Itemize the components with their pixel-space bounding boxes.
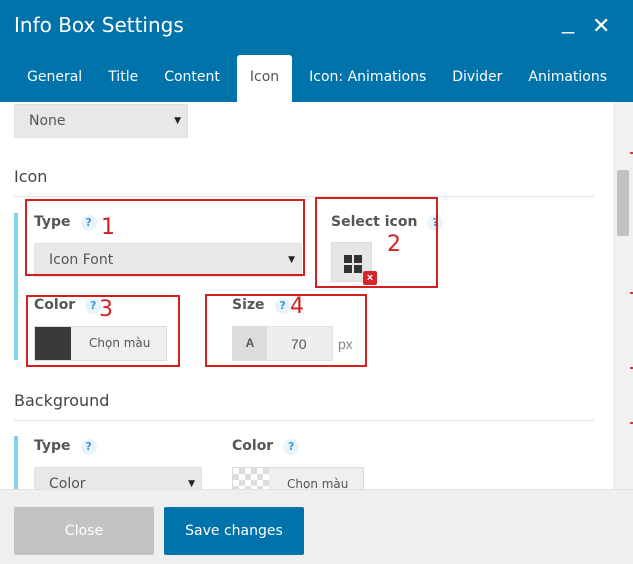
bg-type-label: Type?	[34, 438, 97, 455]
tab-title[interactable]: Title	[95, 55, 151, 102]
modal-title: Info Box Settings	[14, 13, 184, 37]
section-divider	[14, 420, 594, 421]
top-select-value: None	[29, 113, 66, 129]
minimize-icon[interactable]: _	[562, 10, 574, 34]
save-changes-button[interactable]: Save changes	[164, 507, 304, 555]
help-icon[interactable]: ?	[283, 439, 300, 455]
section-divider	[14, 196, 594, 197]
bg-color-picker[interactable]: Chọn màu	[232, 467, 364, 489]
annotation-number-2: 2	[387, 232, 401, 257]
help-icon[interactable]: ?	[80, 439, 97, 455]
background-section-title: Background	[14, 391, 110, 410]
tab-content[interactable]: Content	[151, 55, 233, 102]
annotation-number-3: 3	[99, 297, 113, 322]
modal-header: Info Box Settings _ ✕ General Title Cont…	[0, 0, 633, 102]
tab-divider[interactable]: Divider	[439, 55, 515, 102]
chevron-down-icon: ▼	[174, 116, 181, 126]
annotation-box-4	[205, 294, 367, 367]
icon-section-title: Icon	[14, 167, 48, 186]
annotation-box-2	[315, 197, 438, 288]
accent-bar	[14, 213, 18, 360]
tab-bar: General Title Content Icon Icon: Animati…	[14, 55, 620, 102]
modal-footer: Close Save changes	[0, 489, 633, 564]
close-button[interactable]: Close	[14, 507, 154, 555]
tab-icon-animations[interactable]: Icon: Animations	[296, 55, 439, 102]
chevron-down-icon: ▼	[188, 479, 195, 489]
tab-general[interactable]: General	[14, 55, 95, 102]
top-select[interactable]: None ▼	[14, 104, 188, 138]
annotation-box-1	[25, 199, 305, 276]
tab-icon[interactable]: Icon	[236, 55, 293, 102]
bg-color-label: Color?	[232, 438, 300, 455]
bg-color-picker-text: Chọn màu	[287, 477, 349, 489]
scrollbar-track[interactable]	[613, 102, 633, 489]
annotation-number-1: 1	[101, 215, 115, 240]
bg-color-label-text: Color	[232, 438, 274, 454]
annotation-number-4: 4	[290, 294, 304, 319]
settings-panel: None ▼ Icon Type? Icon Font ▼ Select ico…	[0, 102, 633, 489]
accent-bar	[14, 436, 18, 489]
tab-animations[interactable]: Animations	[515, 55, 620, 102]
close-icon[interactable]: ✕	[592, 14, 610, 38]
bg-type-label-text: Type	[34, 438, 71, 454]
bg-type-value: Color	[49, 476, 86, 489]
bg-type-select[interactable]: Color ▼	[34, 467, 202, 489]
transparent-swatch	[233, 468, 269, 489]
scrollbar-thumb[interactable]	[617, 170, 629, 236]
